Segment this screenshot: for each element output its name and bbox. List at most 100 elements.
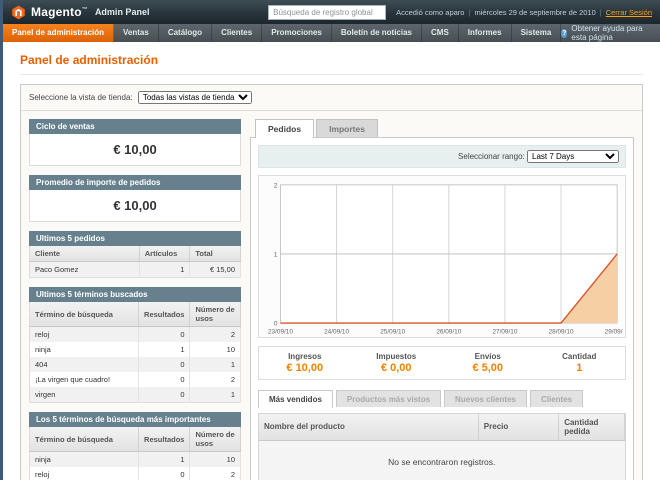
table-row: ninja110 xyxy=(30,342,241,357)
widget-title: Los 5 términos de búsqueda más important… xyxy=(29,412,241,427)
table-row: 40401 xyxy=(30,357,241,372)
lifetime-sales-value: € 10,00 xyxy=(29,134,241,166)
tab-importes[interactable]: Importes xyxy=(316,119,378,137)
main-nav: Panel de administraciónVentasCatálogoCli… xyxy=(3,24,660,42)
column-header-articulos: Artículos xyxy=(139,246,190,262)
header: Magento™ Admin Panel Accedió como aparo m… xyxy=(3,0,660,24)
nav-item-clientes[interactable]: Clientes xyxy=(212,24,262,42)
left-column: Ciclo de ventas € 10,00 Promedio de impo… xyxy=(29,119,241,480)
logout-link[interactable]: Cerrar Sesión xyxy=(606,8,652,17)
nav-item-sistema[interactable]: Sistema xyxy=(512,24,562,42)
stat-value: € 10,00 xyxy=(259,362,351,374)
page-title: Panel de administración xyxy=(20,49,643,75)
orders-panel: Seleccionar rango: Last 7 Days 0 1 2 23/09/… xyxy=(250,137,634,480)
svg-text:25/09/10: 25/09/10 xyxy=(380,329,405,336)
stat-ingresos: Ingresos€ 10,00 xyxy=(259,352,351,374)
stat-value: 1 xyxy=(534,362,626,374)
user-info: Accedió como aparo miércoles 29 de septie… xyxy=(396,8,652,17)
range-bar: Seleccionar rango: Last 7 Days xyxy=(258,145,626,168)
help-link[interactable]: ? Obtener ayuda para esta página xyxy=(561,24,660,42)
dashboard-columns: Ciclo de ventas € 10,00 Promedio de impo… xyxy=(21,111,642,480)
lifetime-sales-widget: Ciclo de ventas € 10,00 xyxy=(29,119,241,166)
current-date: miércoles 29 de septiembre de 2010 xyxy=(474,8,595,17)
logo-suffix: Admin Panel xyxy=(95,7,150,17)
empty-message: No se encontraron registros. xyxy=(259,440,625,480)
column-header-resultados: Resultados xyxy=(139,302,190,327)
tab-clientes[interactable]: Clientes xyxy=(530,390,583,407)
column-header-cliente: Cliente xyxy=(30,246,140,262)
svg-text:26/09/10: 26/09/10 xyxy=(436,329,461,336)
orders-chart: 0 1 2 23/09/10 24/09/10 25/09/10 26/09/10 27/09… xyxy=(258,175,626,338)
nav-item-promociones[interactable]: Promociones xyxy=(262,24,332,42)
table-row: virgen01 xyxy=(30,387,241,403)
svg-text:24/09/10: 24/09/10 xyxy=(324,329,349,336)
last-search-terms-widget: Ultimos 5 términos buscados Término de b… xyxy=(29,287,241,403)
nav-item-catalogo[interactable]: Catálogo xyxy=(159,24,212,42)
logged-in-as: Accedió como aparo xyxy=(396,8,464,17)
store-switcher: Seleccione la vista de tienda: Todas las… xyxy=(21,85,642,111)
column-header-termino-de-busqueda: Término de búsqueda xyxy=(30,427,139,452)
widget-title: Promedio de importe de pedidos xyxy=(29,175,241,190)
page-content: Panel de administración Seleccione la vi… xyxy=(3,42,660,480)
nav-item-boletin-de-noticias[interactable]: Boletín de noticias xyxy=(332,24,422,42)
column-header-numero-de-usos: Número de usos xyxy=(190,302,241,327)
table-row: Paco Gomez1€ 15,00 xyxy=(30,262,241,278)
tab-pedidos[interactable]: Pedidos xyxy=(255,119,314,138)
store-switcher-label: Seleccione la vista de tienda: xyxy=(29,93,133,102)
column-header-nombre-del-producto: Nombre del producto xyxy=(259,414,478,441)
stats-row: Ingresos€ 10,00Impuestos€ 0,00Envíos€ 5,… xyxy=(258,346,626,380)
main-nav-items: Panel de administraciónVentasCatálogoCli… xyxy=(3,24,561,42)
column-header-cantidad-pedida: Cantidad pedida xyxy=(559,414,625,441)
stat-label: Impuestos xyxy=(351,352,443,361)
widget-title: Ciclo de ventas xyxy=(29,119,241,134)
stat-label: Envíos xyxy=(442,352,534,361)
store-view-select[interactable]: Todas las vistas de tienda xyxy=(138,91,252,104)
right-column: PedidosImportes Seleccionar rango: Last … xyxy=(250,119,634,480)
widget-title: Ultimos 5 pedidos xyxy=(29,231,241,246)
stat-value: € 0,00 xyxy=(351,362,443,374)
top-search-table: Término de búsquedaResultadosNúmero de u… xyxy=(29,427,241,480)
products-grid-wrap: Nombre del productoPrecioCantidad pedida… xyxy=(258,413,626,480)
tab-nuevos-clientes[interactable]: Nuevos clientes xyxy=(444,390,527,407)
stat-impuestos: Impuestos€ 0,00 xyxy=(351,352,443,374)
column-header-total: Total xyxy=(190,246,241,262)
stat-label: Cantidad xyxy=(534,352,626,361)
nav-item-cms[interactable]: CMS xyxy=(422,24,459,42)
global-search-input[interactable] xyxy=(268,5,386,20)
tab-productos-mas-vistos[interactable]: Productos más vistos xyxy=(336,390,441,407)
svg-text:2: 2 xyxy=(274,182,278,189)
products-grid: Nombre del productoPrecioCantidad pedida… xyxy=(259,414,625,480)
table-row: reloj02 xyxy=(30,467,241,480)
nav-item-informes[interactable]: Informes xyxy=(459,24,512,42)
svg-text:27/09/10: 27/09/10 xyxy=(492,329,517,336)
range-label: Seleccionar rango: xyxy=(458,152,525,161)
logo-text: Magento™ xyxy=(31,5,88,19)
svg-text:28/09/10: 28/09/10 xyxy=(549,329,574,336)
column-header-resultados: Resultados xyxy=(139,427,190,452)
table-row: ninja110 xyxy=(30,452,241,468)
svg-text:1: 1 xyxy=(274,251,278,258)
bottom-tabs: Más vendidosProductos más vistosNuevos c… xyxy=(258,390,626,407)
stat-value: € 5,00 xyxy=(442,362,534,374)
stat-envios: Envíos€ 5,00 xyxy=(442,352,534,374)
help-icon: ? xyxy=(561,29,567,38)
column-header-numero-de-usos: Número de usos xyxy=(190,427,241,452)
stat-cantidad: Cantidad1 xyxy=(534,352,626,374)
magento-logo-icon xyxy=(11,5,26,20)
widget-title: Ultimos 5 términos buscados xyxy=(29,287,241,302)
average-orders-widget: Promedio de importe de pedidos € 10,00 xyxy=(29,175,241,222)
nav-item-panel-de-administracion[interactable]: Panel de administración xyxy=(3,24,114,42)
svg-text:23/09/10: 23/09/10 xyxy=(268,329,293,336)
last-orders-widget: Ultimos 5 pedidos ClienteArtículosTotalP… xyxy=(29,231,241,278)
svg-text:29/09/10: 29/09/10 xyxy=(605,329,623,336)
last-search-table: Término de búsquedaResultadosNúmero de u… xyxy=(29,302,241,403)
help-label: Obtener ayuda para esta página xyxy=(571,24,650,42)
svg-text:0: 0 xyxy=(274,320,278,327)
tab-mas-vendidos[interactable]: Más vendidos xyxy=(258,390,333,408)
column-header-termino-de-busqueda: Término de búsqueda xyxy=(30,302,139,327)
average-orders-value: € 10,00 xyxy=(29,190,241,222)
nav-item-ventas[interactable]: Ventas xyxy=(114,24,159,42)
top-search-terms-widget: Los 5 términos de búsqueda más important… xyxy=(29,412,241,480)
range-select[interactable]: Last 7 Days xyxy=(527,150,619,163)
table-row: ¡La virgen que cuadro!02 xyxy=(30,372,241,387)
